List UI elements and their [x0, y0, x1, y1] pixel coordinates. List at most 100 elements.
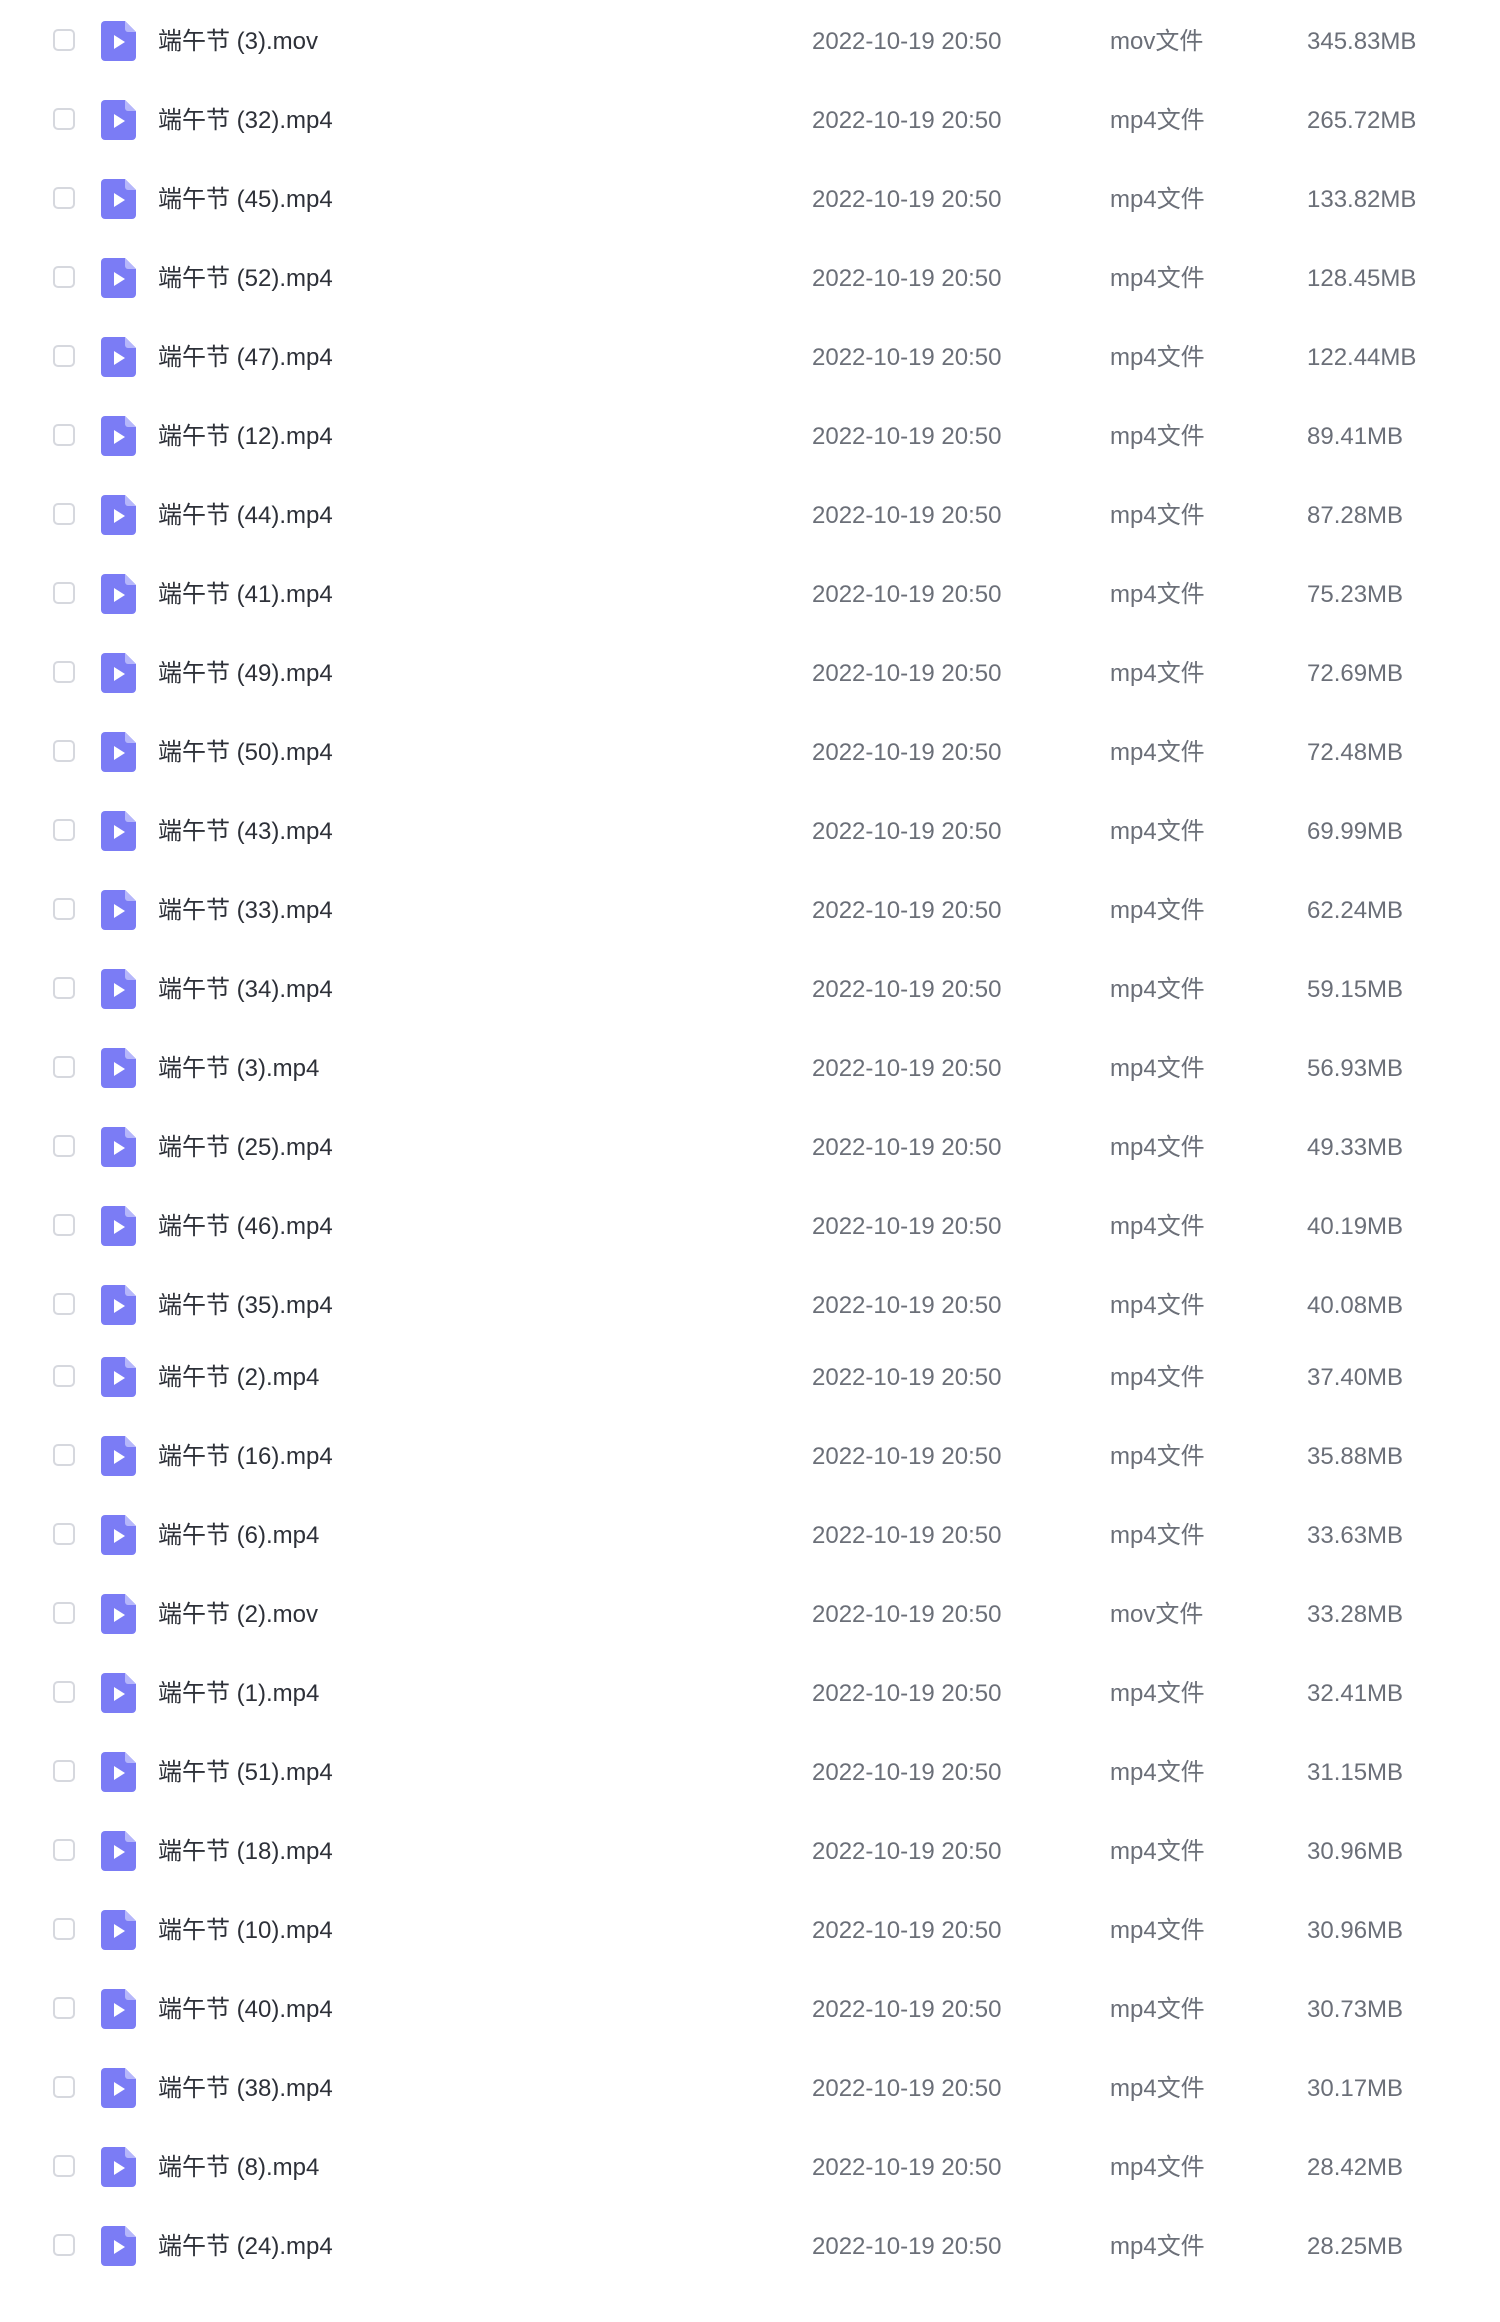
video-file-icon — [101, 1206, 136, 1246]
row-checkbox[interactable] — [53, 1918, 75, 1940]
row-checkbox[interactable] — [53, 661, 75, 683]
row-checkbox[interactable] — [53, 1365, 75, 1387]
file-row[interactable]: 端午节 (52).mp4 2022-10-19 20:50 mp4文件 128.45M… — [0, 243, 1500, 307]
row-checkbox[interactable] — [53, 1214, 75, 1236]
video-file-icon — [101, 1752, 136, 1792]
file-row[interactable]: 端午节 (8).mp4 2022-10-19 20:50 mp4文件 28.42MB — [0, 2132, 1500, 2196]
row-checkbox[interactable] — [53, 503, 75, 525]
file-modified-date: 2022-10-19 20:50 — [812, 1680, 1002, 1707]
file-row[interactable]: 端午节 (45).mp4 2022-10-19 20:50 mp4文件 133.82M… — [0, 164, 1500, 228]
file-type: mp4文件 — [1110, 502, 1205, 529]
row-checkbox[interactable] — [53, 582, 75, 604]
file-row[interactable]: 端午节 (2).mov 2022-10-19 20:50 mov文件 33.28MB — [0, 1579, 1500, 1643]
file-row[interactable]: 端午节 (10).mp4 2022-10-19 20:50 mp4文件 30.96MB — [0, 1895, 1500, 1959]
file-row[interactable]: 端午节 (32).mp4 2022-10-19 20:50 mp4文件 265.72M… — [0, 85, 1500, 149]
file-row[interactable]: 端午节 (44).mp4 2022-10-19 20:50 mp4文件 87.28MB — [0, 480, 1500, 544]
row-checkbox[interactable] — [53, 108, 75, 130]
file-size: 40.19MB — [1307, 1213, 1404, 1240]
file-row[interactable]: 端午节 (18).mp4 2022-10-19 20:50 mp4文件 30.96MB — [0, 1816, 1500, 1880]
file-row[interactable]: 端午节 (46).mp4 2022-10-19 20:50 mp4文件 40.19MB — [0, 1191, 1500, 1255]
file-name[interactable]: 端午节 (2).mov — [158, 1601, 318, 1629]
row-checkbox[interactable] — [53, 1523, 75, 1545]
file-row[interactable]: 端午节 (3).mp4 2022-10-19 20:50 mp4文件 56.93MB — [0, 1033, 1500, 1097]
row-checkbox[interactable] — [53, 1293, 75, 1315]
row-checkbox[interactable] — [53, 1760, 75, 1782]
file-name[interactable]: 端午节 (47).mp4 — [158, 344, 333, 372]
file-name[interactable]: 端午节 (43).mp4 — [158, 818, 333, 846]
file-row[interactable]: 端午节 (38).mp4 2022-10-19 20:50 mp4文件 30.17MB — [0, 2053, 1500, 2117]
file-name[interactable]: 端午节 (50).mp4 — [158, 739, 333, 767]
file-row[interactable]: 端午节 (33).mp4 2022-10-19 20:50 mp4文件 62.24MB — [0, 875, 1500, 939]
row-checkbox[interactable] — [53, 2234, 75, 2256]
row-checkbox[interactable] — [53, 345, 75, 367]
file-row[interactable]: 端午节 (25).mp4 2022-10-19 20:50 mp4文件 49.33MB — [0, 1112, 1500, 1176]
file-row[interactable]: 端午节 (34).mp4 2022-10-19 20:50 mp4文件 59.15MB — [0, 954, 1500, 1018]
file-name[interactable]: 端午节 (25).mp4 — [158, 1134, 333, 1162]
row-checkbox[interactable] — [53, 424, 75, 446]
file-name[interactable]: 端午节 (18).mp4 — [158, 1838, 333, 1866]
file-name[interactable]: 端午节 (33).mp4 — [158, 897, 333, 925]
file-row[interactable]: 端午节 (51).mp4 2022-10-19 20:50 mp4文件 31.15MB — [0, 1737, 1500, 1801]
row-checkbox[interactable] — [53, 2076, 75, 2098]
row-checkbox[interactable] — [53, 1135, 75, 1157]
file-row[interactable]: 端午节 (47).mp4 2022-10-19 20:50 mp4文件 122.44M… — [0, 322, 1500, 386]
file-row[interactable]: 端午节 (6).mp4 2022-10-19 20:50 mp4文件 33.63MB — [0, 1500, 1500, 1564]
file-name[interactable]: 端午节 (45).mp4 — [158, 186, 333, 214]
row-checkbox[interactable] — [53, 1997, 75, 2019]
video-file-icon — [101, 2226, 136, 2266]
row-checkbox[interactable] — [53, 266, 75, 288]
file-row[interactable]: 端午节 (24).mp4 2022-10-19 20:50 mp4文件 28.25MB — [0, 2211, 1500, 2275]
row-checkbox[interactable] — [53, 2155, 75, 2177]
file-name[interactable]: 端午节 (10).mp4 — [158, 1917, 333, 1945]
row-checkbox[interactable] — [53, 1444, 75, 1466]
file-type: mov文件 — [1110, 28, 1204, 55]
file-name[interactable]: 端午节 (24).mp4 — [158, 2233, 333, 2261]
file-name[interactable]: 端午节 (1).mp4 — [158, 1680, 319, 1708]
file-name[interactable]: 端午节 (40).mp4 — [158, 1996, 333, 2024]
file-modified-date: 2022-10-19 20:50 — [812, 2233, 1002, 2260]
row-checkbox[interactable] — [53, 1681, 75, 1703]
file-modified-date: 2022-10-19 20:50 — [812, 107, 1002, 134]
file-row[interactable]: 端午节 (41).mp4 2022-10-19 20:50 mp4文件 75.23MB — [0, 559, 1500, 623]
file-modified-date: 2022-10-19 20:50 — [812, 344, 1002, 371]
row-checkbox[interactable] — [53, 187, 75, 209]
file-name[interactable]: 端午节 (16).mp4 — [158, 1443, 333, 1471]
file-name[interactable]: 端午节 (41).mp4 — [158, 581, 333, 609]
file-name[interactable]: 端午节 (49).mp4 — [158, 660, 333, 688]
row-checkbox[interactable] — [53, 740, 75, 762]
file-name[interactable]: 端午节 (46).mp4 — [158, 1213, 333, 1241]
file-name[interactable]: 端午节 (51).mp4 — [158, 1759, 333, 1787]
file-size: 30.17MB — [1307, 2075, 1404, 2102]
file-row[interactable]: 端午节 (49).mp4 2022-10-19 20:50 mp4文件 72.69MB — [0, 638, 1500, 702]
file-name[interactable]: 端午节 (32).mp4 — [158, 107, 333, 135]
file-name[interactable]: 端午节 (34).mp4 — [158, 976, 333, 1004]
file-row[interactable]: 端午节 (12).mp4 2022-10-19 20:50 mp4文件 89.41MB — [0, 401, 1500, 465]
file-name[interactable]: 端午节 (3).mp4 — [158, 1055, 319, 1083]
row-checkbox[interactable] — [53, 29, 75, 51]
file-row[interactable]: 端午节 (43).mp4 2022-10-19 20:50 mp4文件 69.99MB — [0, 796, 1500, 860]
file-name[interactable]: 端午节 (44).mp4 — [158, 502, 333, 530]
file-row[interactable]: 端午节 (16).mp4 2022-10-19 20:50 mp4文件 35.88MB — [0, 1421, 1500, 1485]
row-checkbox[interactable] — [53, 1839, 75, 1861]
row-checkbox[interactable] — [53, 898, 75, 920]
row-checkbox[interactable] — [53, 819, 75, 841]
file-size: 37.40MB — [1307, 1364, 1404, 1391]
file-name[interactable]: 端午节 (6).mp4 — [158, 1522, 319, 1550]
file-name[interactable]: 端午节 (12).mp4 — [158, 423, 333, 451]
file-name[interactable]: 端午节 (2).mp4 — [158, 1364, 319, 1392]
file-name[interactable]: 端午节 (52).mp4 — [158, 265, 333, 293]
file-name[interactable]: 端午节 (8).mp4 — [158, 2154, 319, 2182]
file-row[interactable]: 端午节 (35).mp4 2022-10-19 20:50 mp4文件 40.08MB — [0, 1270, 1500, 1334]
row-checkbox[interactable] — [53, 977, 75, 999]
file-row[interactable]: 端午节 (1).mp4 2022-10-19 20:50 mp4文件 32.41MB — [0, 1658, 1500, 1722]
file-name[interactable]: 端午节 (3).mov — [158, 28, 318, 56]
file-row[interactable]: 端午节 (40).mp4 2022-10-19 20:50 mp4文件 30.73MB — [0, 1974, 1500, 2038]
file-name[interactable]: 端午节 (38).mp4 — [158, 2075, 333, 2103]
row-checkbox[interactable] — [53, 1602, 75, 1624]
file-row[interactable]: 端午节 (3).mov 2022-10-19 20:50 mov文件 345.83MB — [0, 6, 1500, 70]
row-checkbox[interactable] — [53, 1056, 75, 1078]
file-row[interactable]: 端午节 (2).mp4 2022-10-19 20:50 mp4文件 37.40MB — [0, 1342, 1500, 1406]
file-size: 128.45MB — [1307, 265, 1417, 292]
file-row[interactable]: 端午节 (50).mp4 2022-10-19 20:50 mp4文件 72.48MB — [0, 717, 1500, 781]
file-name[interactable]: 端午节 (35).mp4 — [158, 1292, 333, 1320]
